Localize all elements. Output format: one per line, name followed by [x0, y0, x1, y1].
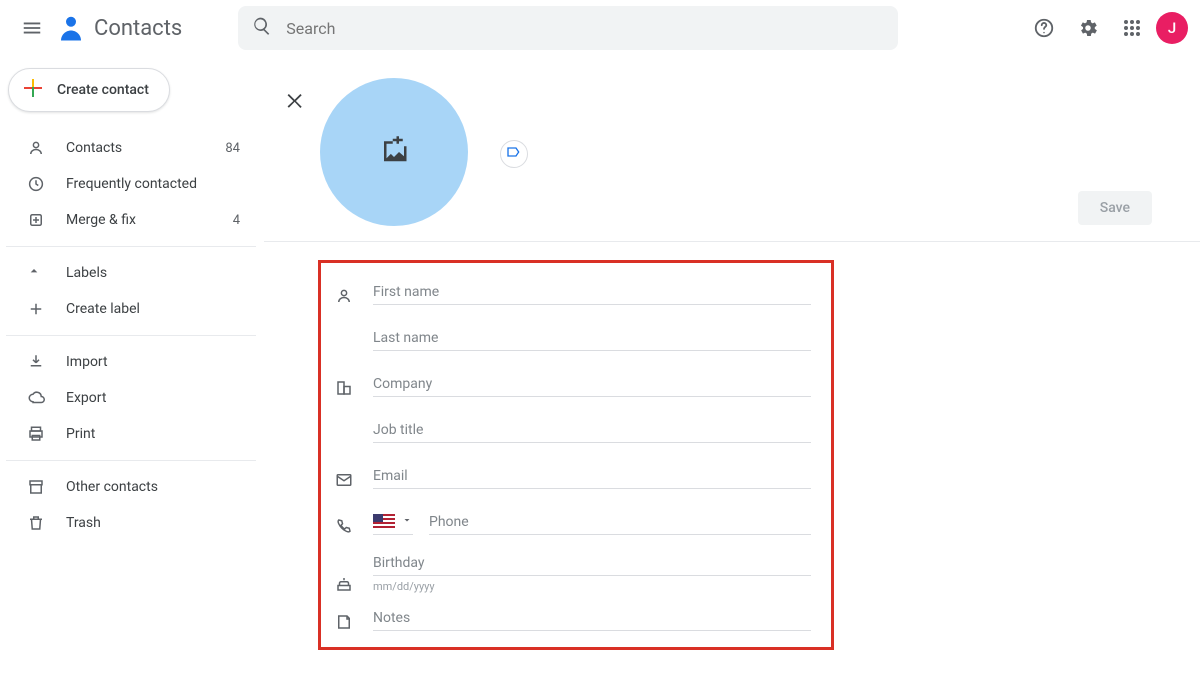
export-icon — [26, 389, 46, 407]
labels-header-text: Labels — [66, 265, 107, 281]
import-icon — [26, 353, 46, 371]
sidebar-item-other[interactable]: Other contacts — [6, 469, 256, 505]
person-icon — [335, 277, 355, 305]
notes-icon — [335, 603, 355, 631]
sidebar-label: Contacts — [66, 140, 122, 156]
sidebar-label: Other contacts — [66, 479, 158, 495]
add-photo-button[interactable] — [320, 78, 468, 226]
add-label-button[interactable] — [500, 140, 528, 168]
label-icon — [506, 144, 522, 164]
sidebar-label: Trash — [66, 515, 101, 531]
email-input[interactable] — [373, 466, 811, 489]
search-input[interactable] — [286, 19, 884, 38]
cake-icon — [335, 565, 355, 593]
us-flag-icon — [373, 514, 395, 528]
help-icon[interactable] — [1024, 8, 1064, 48]
settings-icon[interactable] — [1068, 8, 1108, 48]
job-title-input[interactable] — [373, 420, 811, 443]
last-name-input[interactable] — [373, 328, 811, 351]
sidebar-label: Frequently contacted — [66, 176, 197, 192]
save-button[interactable]: Save — [1078, 191, 1152, 225]
birthday-format-hint: mm/dd/yyyy — [373, 580, 811, 593]
chevron-up-icon — [26, 263, 46, 283]
brand[interactable]: Contacts — [56, 13, 182, 43]
sidebar-item-frequent[interactable]: Frequently contacted — [6, 166, 256, 202]
phone-input[interactable] — [429, 512, 811, 535]
mail-icon — [335, 461, 355, 489]
first-name-input[interactable] — [373, 282, 811, 305]
close-button[interactable] — [278, 84, 312, 118]
notes-input[interactable] — [373, 608, 811, 631]
sidebar-item-trash[interactable]: Trash — [6, 505, 256, 541]
merge-icon — [26, 211, 46, 229]
phone-icon — [335, 507, 355, 535]
sidebar-label: Export — [66, 390, 106, 406]
contact-form-highlight: mm/dd/yyyy — [318, 260, 834, 650]
company-input[interactable] — [373, 374, 811, 397]
chevron-down-icon — [401, 511, 413, 530]
sidebar-label: Import — [66, 354, 108, 370]
app-title: Contacts — [94, 16, 182, 41]
apps-icon[interactable] — [1112, 8, 1152, 48]
sidebar-item-merge[interactable]: Merge & fix 4 — [6, 202, 256, 238]
birthday-input[interactable] — [373, 553, 811, 576]
sidebar-item-export[interactable]: Export — [6, 380, 256, 416]
print-icon — [26, 425, 46, 443]
sidebar-item-contacts[interactable]: Contacts 84 — [6, 130, 256, 166]
archive-icon — [26, 478, 46, 496]
app-header: Contacts J — [0, 0, 1200, 56]
clock-icon — [26, 175, 46, 193]
menu-icon[interactable] — [12, 8, 52, 48]
sidebar-item-print[interactable]: Print — [6, 416, 256, 452]
sidebar-label: Merge & fix — [66, 212, 136, 228]
add-photo-icon — [379, 135, 409, 169]
contacts-count: 84 — [225, 141, 240, 156]
sidebar-item-import[interactable]: Import — [6, 344, 256, 380]
search-bar[interactable] — [238, 6, 898, 50]
sidebar-label: Create label — [66, 301, 140, 317]
sidebar-item-create-label[interactable]: Create label — [6, 291, 256, 327]
country-select[interactable] — [373, 511, 413, 535]
labels-header[interactable]: Labels — [6, 255, 256, 291]
create-contact-label: Create contact — [57, 82, 149, 98]
main-panel: Save — [264, 56, 1200, 675]
person-icon — [26, 139, 46, 157]
sidebar-label: Print — [66, 426, 95, 442]
create-contact-button[interactable]: Create contact — [8, 68, 170, 112]
profile-avatar[interactable]: J — [1156, 12, 1188, 44]
profile-initial: J — [1168, 19, 1176, 37]
search-icon — [252, 16, 272, 40]
trash-icon — [26, 514, 46, 532]
add-icon — [26, 300, 46, 318]
merge-count: 4 — [233, 213, 240, 228]
sidebar: Create contact Contacts 84 Frequently co… — [0, 56, 264, 675]
company-icon — [335, 369, 355, 397]
contacts-logo-icon — [56, 13, 86, 43]
plus-icon — [21, 76, 45, 104]
contact-detail-header: Save — [264, 56, 1200, 242]
